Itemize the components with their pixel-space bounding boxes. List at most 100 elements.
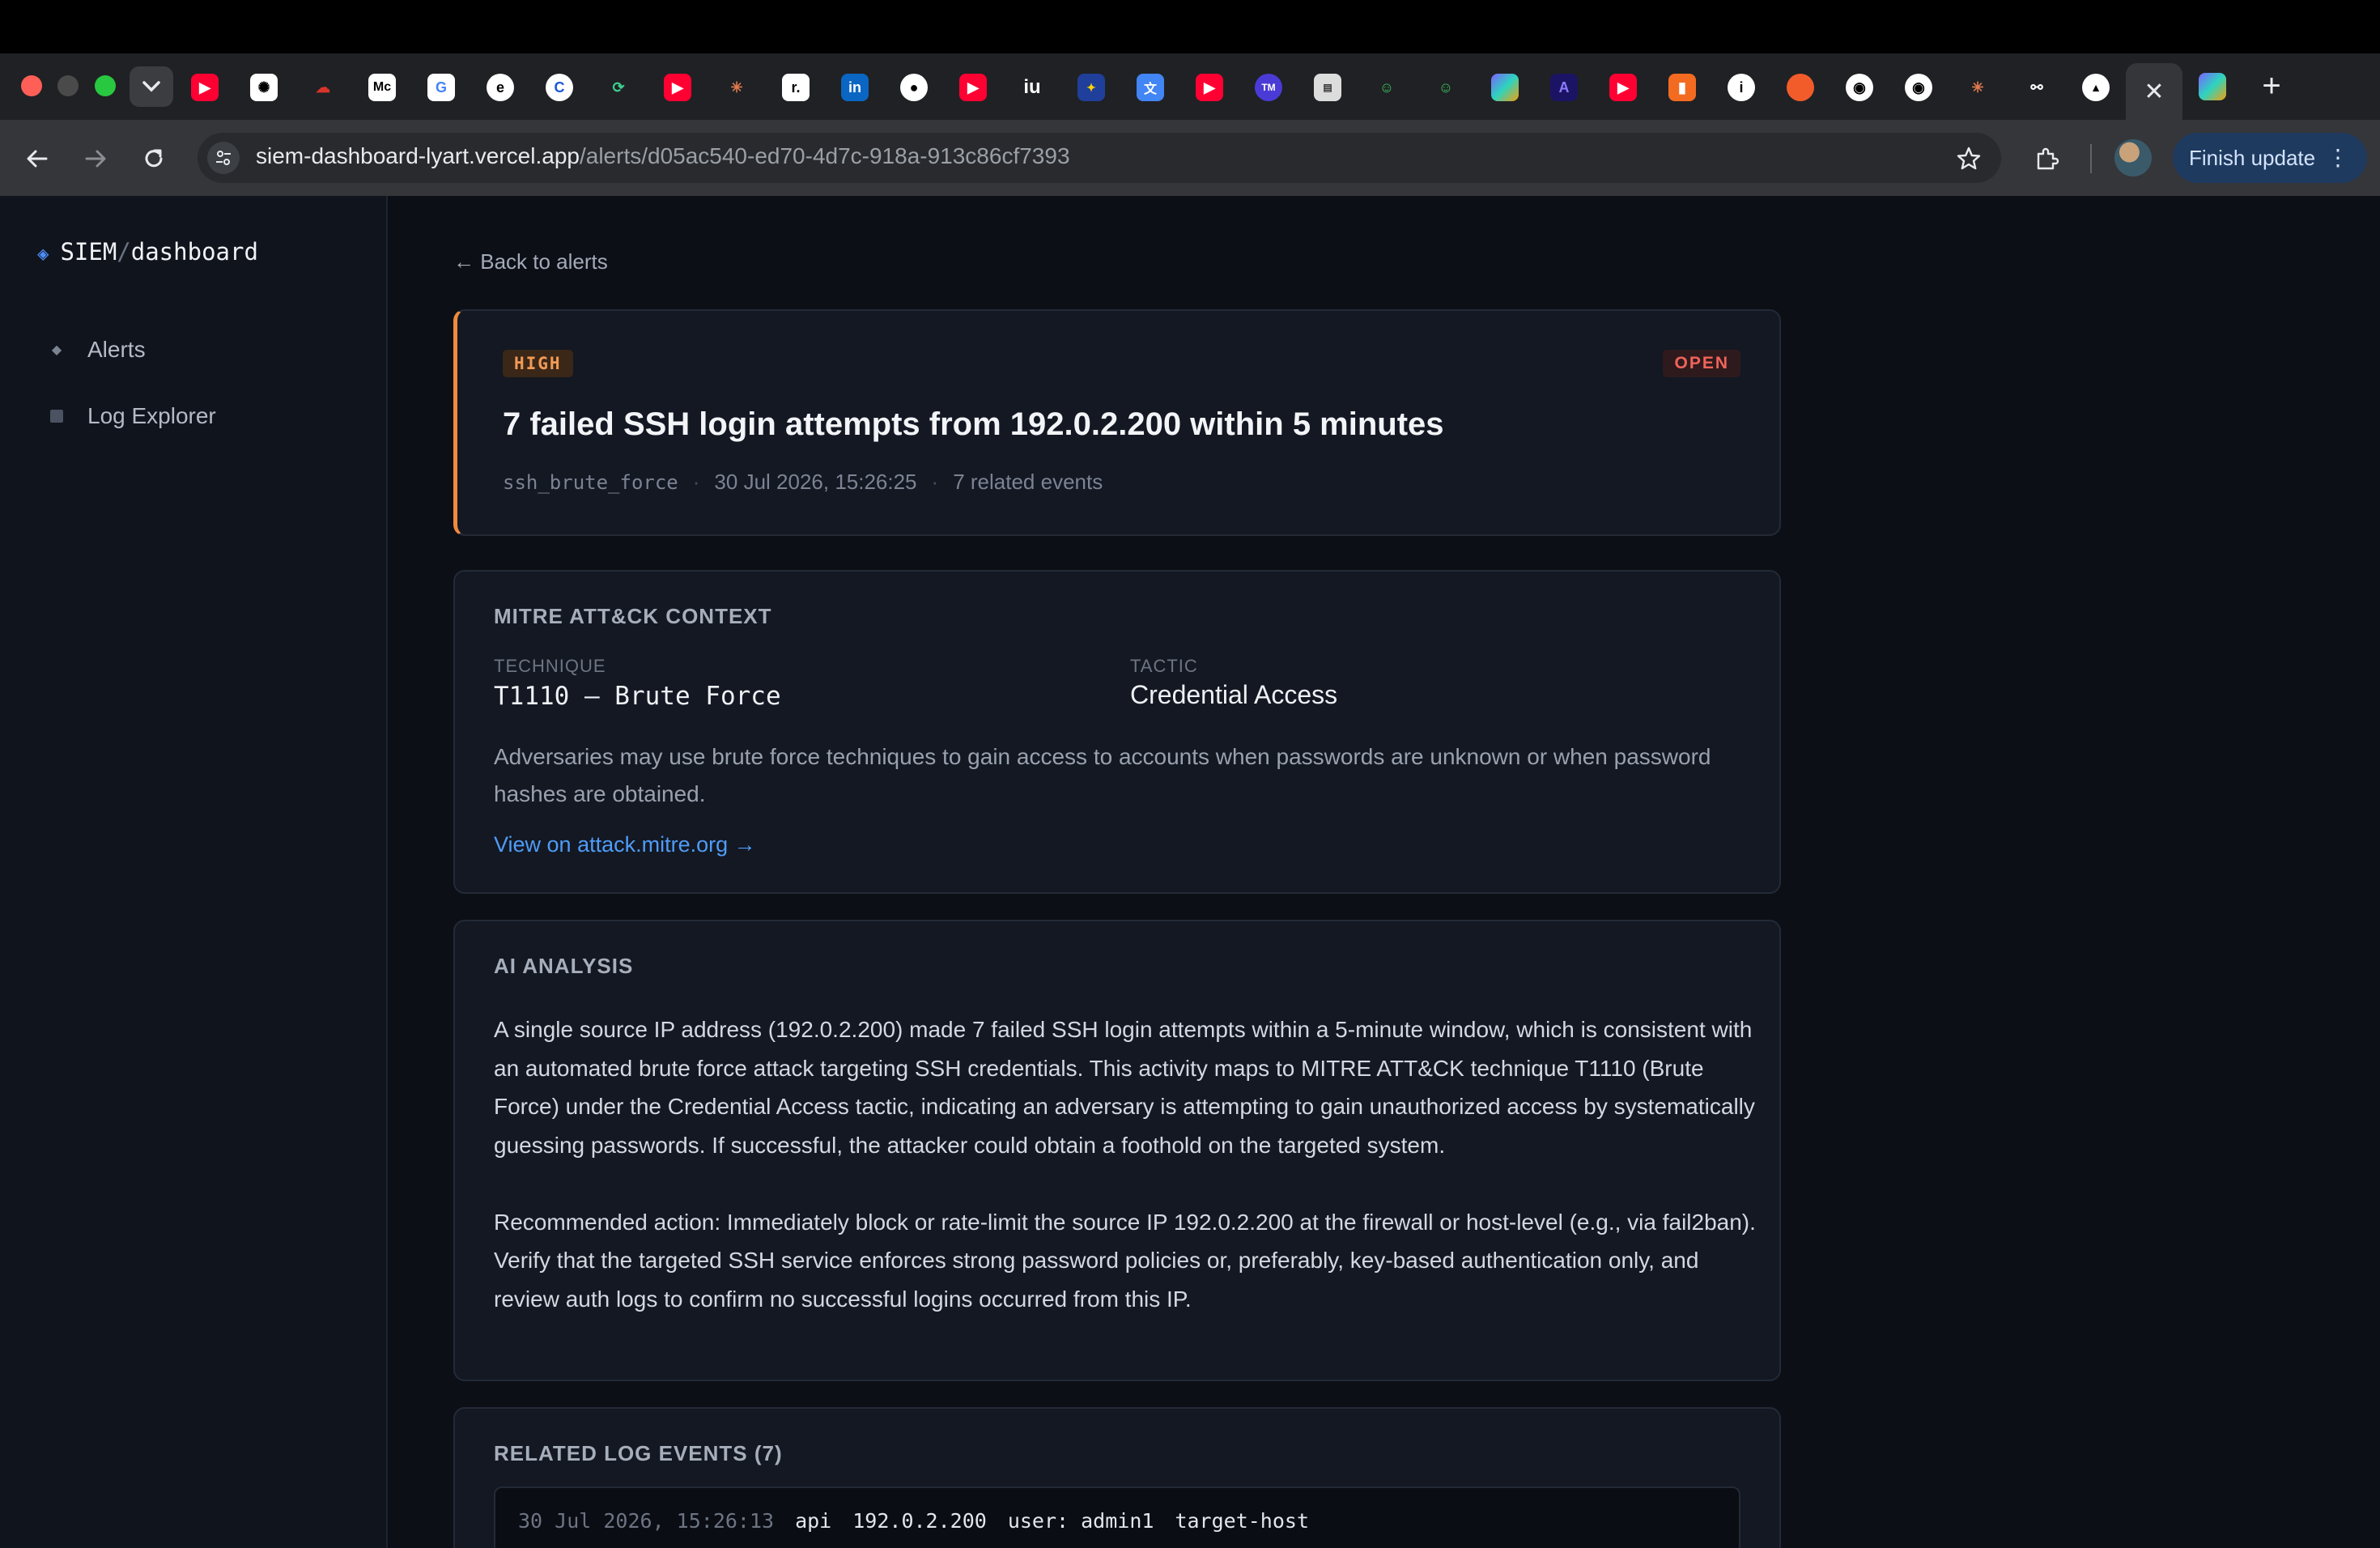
c-icon[interactable]: C: [546, 74, 573, 101]
section-title: RELATED LOG EVENTS (7): [494, 1441, 783, 1465]
youtube-icon[interactable]: ▶: [959, 74, 987, 101]
active-tab-close-button[interactable]: ✕: [2126, 63, 2182, 120]
severity-badge: HIGH: [503, 350, 573, 377]
window-close-button[interactable]: [21, 75, 42, 96]
back-button[interactable]: [18, 139, 57, 178]
iu-icon[interactable]: iu: [1018, 74, 1046, 101]
section-title: AI ANALYSIS: [494, 954, 634, 978]
meta-separator: ·: [692, 470, 700, 494]
finish-update-label: Finish update: [2189, 145, 2316, 170]
log-event-row[interactable]: 30 Jul 2026, 15:26:13 api 192.0.2.200 user:…: [518, 1509, 1330, 1533]
chatgpt-icon[interactable]: ✺: [250, 74, 278, 101]
refresh-app-icon[interactable]: ⟳: [605, 74, 632, 101]
tab-favicons: ▶ ✺ ☁ Mc G e C ⟳ ▶ ✳ r. in ● ▶ iu ✦ 文 ▶ …: [191, 68, 2141, 107]
arrow-left-icon: [27, 150, 48, 168]
github-icon[interactable]: ◉: [1846, 74, 1873, 101]
cloud-icon[interactable]: ☁: [309, 74, 337, 101]
window-zoom-button[interactable]: [95, 75, 116, 96]
claude-icon[interactable]: ✳: [1964, 74, 1991, 101]
brand-logo[interactable]: ◈ SIEM/dashboard: [37, 238, 258, 266]
youtube-icon[interactable]: ▶: [664, 74, 691, 101]
youtube-icon[interactable]: ▶: [1196, 74, 1223, 101]
eu-icon[interactable]: ✦: [1077, 74, 1105, 101]
square-icon: [49, 410, 65, 423]
tm-icon[interactable]: TM: [1255, 74, 1282, 101]
mitre-external-link[interactable]: View on attack.mitre.org →: [494, 832, 756, 857]
plus-icon: +: [2262, 67, 2281, 104]
link-icon[interactable]: ⚯: [2023, 74, 2051, 101]
copilot-icon[interactable]: [1491, 74, 1519, 101]
sidebar-item-label: Log Explorer: [87, 403, 216, 428]
status-badge: OPEN: [1663, 350, 1740, 377]
chevron-down-icon: [142, 81, 160, 92]
claude-icon[interactable]: ✳: [723, 74, 750, 101]
profile-avatar[interactable]: [2114, 139, 2152, 176]
new-tab-button[interactable]: +: [2252, 66, 2291, 105]
copilot-icon[interactable]: [2199, 73, 2226, 100]
log-host: target-host: [1175, 1509, 1310, 1533]
tactic-value: Credential Access: [1130, 680, 1338, 709]
page-content: ◈ SIEM/dashboard ◆ Alerts Log Explorer ← …: [0, 196, 2380, 1548]
translate-icon[interactable]: 文: [1137, 74, 1164, 101]
log-source: api: [795, 1509, 832, 1533]
alert-rule: ssh_brute_force: [503, 470, 678, 494]
technique-description: Adversaries may use brute force techniqu…: [494, 744, 1711, 806]
site-settings-button[interactable]: [207, 142, 240, 174]
bookmark-icon[interactable]: ▮: [1668, 74, 1696, 101]
window-minimize-button[interactable]: [57, 75, 79, 96]
forward-button[interactable]: [76, 139, 115, 178]
back-to-alerts-link[interactable]: ← Back to alerts: [453, 249, 608, 274]
screen-top-bar: [0, 0, 2380, 53]
sidebar-item-label: Alerts: [87, 337, 146, 362]
github-icon[interactable]: ◉: [1905, 74, 1932, 101]
youtube-icon[interactable]: ▶: [1609, 74, 1637, 101]
info-icon[interactable]: i: [1728, 74, 1755, 101]
news-icon[interactable]: ▤: [1314, 74, 1341, 101]
log-timestamp: 30 Jul 2026, 15:26:13: [518, 1509, 775, 1533]
technique-value: T1110 — Brute Force: [494, 682, 781, 711]
puzzle-icon: [2037, 147, 2059, 170]
finish-update-button[interactable]: Finish update ⋮: [2173, 133, 2367, 183]
ai-paragraph: Recommended action: Immediately block or…: [494, 1209, 1756, 1312]
smiley-icon[interactable]: ☺: [1373, 74, 1400, 101]
extensions-button[interactable]: [2027, 139, 2066, 178]
diamond-icon: ◆: [51, 343, 62, 357]
close-icon: ✕: [2144, 78, 2165, 105]
log-user: user: admin1: [1007, 1509, 1154, 1533]
alert-meta: ssh_brute_force · 30 Jul 2026, 15:26:25 …: [503, 470, 1103, 495]
a-icon[interactable]: A: [1550, 74, 1578, 101]
e-icon[interactable]: e: [487, 74, 514, 101]
tab-search-button[interactable]: [130, 66, 173, 107]
youtube-icon[interactable]: ▶: [191, 74, 219, 101]
reload-icon: [145, 149, 163, 168]
alert-summary-card: HIGH OPEN 7 failed SSH login attempts fr…: [453, 309, 1781, 536]
tune-icon: [216, 151, 231, 165]
technique-label: TECHNIQUE: [494, 656, 606, 676]
vercel-icon[interactable]: ▲: [2082, 74, 2110, 101]
sidebar-item-log-explorer[interactable]: Log Explorer: [49, 398, 216, 434]
more-vert-icon: ⋮: [2327, 145, 2349, 170]
url-path: /alerts/d05ac540-ed70-4d7c-918a-913c86cf…: [579, 143, 1070, 168]
google-icon[interactable]: G: [427, 74, 455, 101]
ai-paragraph: A single source IP address (192.0.2.200)…: [494, 1017, 1755, 1158]
diamond-logo-icon: ◈: [37, 242, 49, 265]
sidebar-item-alerts[interactable]: ◆ Alerts: [49, 332, 146, 368]
star-icon: [1957, 147, 1981, 170]
alert-title: 7 failed SSH login attempts from 192.0.2…: [503, 406, 1444, 442]
orange-icon[interactable]: [1787, 74, 1814, 101]
url-text[interactable]: siem-dashboard-lyart.vercel.app/alerts/d…: [256, 143, 1070, 169]
medium-icon[interactable]: Mc: [368, 74, 396, 101]
reload-button[interactable]: [134, 139, 173, 178]
meta-separator: ·: [931, 470, 939, 494]
ai-analysis-body: A single source IP address (192.0.2.200)…: [494, 1010, 1757, 1318]
brand-sub: dashboard: [130, 238, 258, 266]
smiley-icon[interactable]: ☺: [1432, 74, 1460, 101]
ai-analysis-card: AI ANALYSIS A single source IP address (…: [453, 920, 1781, 1381]
mitre-context-card: MITRE ATT&CK CONTEXT TECHNIQUE T1110 — B…: [453, 570, 1781, 894]
bookmark-star-button[interactable]: [1949, 139, 1988, 178]
apple-icon[interactable]: ●: [900, 74, 928, 101]
alert-related-count: 7 related events: [953, 470, 1103, 494]
section-title: MITRE ATT&CK CONTEXT: [494, 604, 772, 628]
linkedin-icon[interactable]: in: [841, 74, 869, 101]
r-icon[interactable]: r.: [782, 74, 810, 101]
